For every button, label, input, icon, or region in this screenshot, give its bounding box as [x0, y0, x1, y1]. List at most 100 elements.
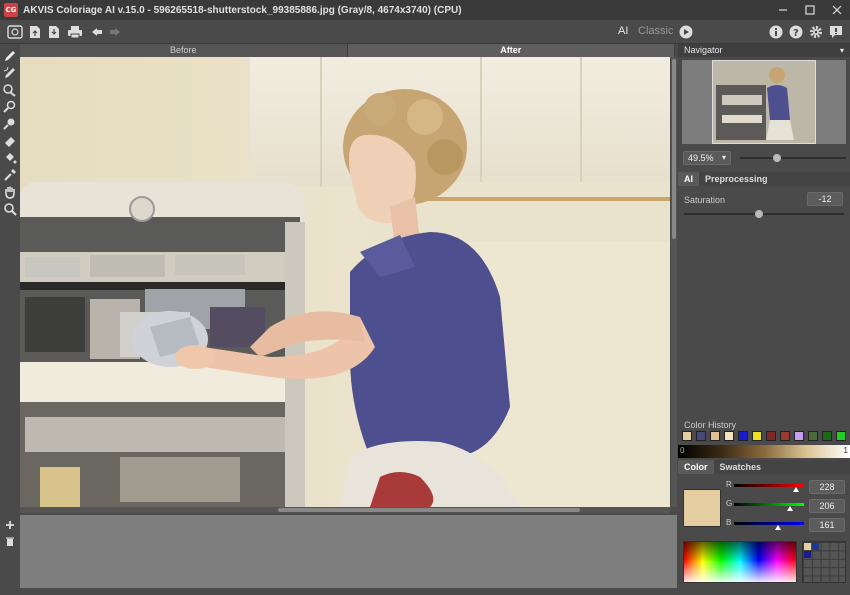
- tab-preprocessing[interactable]: Preprocessing: [699, 172, 774, 186]
- color-history-swatch[interactable]: [766, 431, 776, 441]
- tool-panel: [0, 45, 20, 595]
- mini-grid-cell[interactable]: [804, 543, 811, 550]
- color-history-swatch[interactable]: [710, 431, 720, 441]
- color-spectrum-picker[interactable]: [683, 541, 797, 583]
- color-history-swatch[interactable]: [682, 431, 692, 441]
- navigator-title: Navigator: [684, 45, 723, 55]
- navigator-preview[interactable]: [682, 60, 846, 144]
- b-value[interactable]: 161: [809, 518, 845, 532]
- mini-grid-cell[interactable]: [804, 551, 811, 558]
- dropper-brush-icon[interactable]: [2, 116, 18, 132]
- toolbar: AI Classic ?: [0, 20, 850, 44]
- current-color-swatch[interactable]: [683, 489, 721, 527]
- navigator-header: Navigator ▾: [678, 44, 850, 57]
- svg-text:?: ?: [793, 28, 799, 39]
- tab-swatches[interactable]: Swatches: [714, 460, 768, 474]
- color-history-title: Color History: [684, 420, 737, 430]
- magic-pencil-icon[interactable]: [2, 65, 18, 81]
- horizontal-scroll-thumb[interactable]: [278, 508, 580, 512]
- mode-classic-tab[interactable]: Classic: [638, 25, 673, 37]
- eyedropper-icon[interactable]: [2, 167, 18, 183]
- color-history-swatch[interactable]: [808, 431, 818, 441]
- r-label: R: [726, 480, 732, 489]
- color-gradient-bar[interactable]: 0 1: [678, 445, 850, 458]
- zoom-slider-knob[interactable]: [773, 154, 781, 162]
- mode-ai-tab[interactable]: AI: [618, 25, 628, 37]
- b-slider[interactable]: [734, 522, 804, 525]
- image-canvas[interactable]: [20, 57, 670, 507]
- r-slider-knob[interactable]: [793, 487, 799, 492]
- close-icon[interactable]: [823, 0, 850, 20]
- b-label: B: [726, 518, 732, 527]
- color-history-swatch[interactable]: [780, 431, 790, 441]
- g-value[interactable]: 206: [809, 499, 845, 513]
- navigator-view-frame[interactable]: [712, 60, 816, 144]
- help-icon[interactable]: ?: [787, 23, 805, 41]
- colorized-photo: [20, 57, 670, 507]
- color-history-swatch[interactable]: [738, 431, 748, 441]
- color-brush-icon[interactable]: [2, 82, 18, 98]
- g-label: G: [726, 499, 733, 508]
- bucket-icon[interactable]: [2, 150, 18, 166]
- minimize-icon[interactable]: [769, 0, 796, 20]
- vertical-scrollbar[interactable]: [671, 57, 677, 507]
- zoom-icon[interactable]: [2, 201, 18, 217]
- save-file-icon[interactable]: [45, 23, 63, 41]
- app-logo: CG: [4, 3, 18, 17]
- hand-icon[interactable]: [2, 184, 18, 200]
- g-slider-knob[interactable]: [787, 506, 793, 511]
- settings-tabs: AI Preprocessing: [678, 172, 850, 186]
- saturation-value[interactable]: -12: [807, 192, 843, 206]
- color-history-swatch[interactable]: [794, 431, 804, 441]
- mini-color-grid[interactable]: [802, 541, 846, 583]
- app-window: CG AKVIS Coloriage AI v.15.0 - 596265518…: [0, 0, 850, 595]
- saturation-slider-knob[interactable]: [755, 210, 764, 218]
- color-history-swatch[interactable]: [822, 431, 832, 441]
- zoom-select[interactable]: 49.5% ▾: [683, 151, 731, 165]
- undo-icon[interactable]: [88, 23, 106, 41]
- collapse-icon[interactable]: ▾: [840, 44, 844, 57]
- saturation-slider[interactable]: [684, 213, 844, 215]
- info-icon[interactable]: [767, 23, 785, 41]
- vertical-scroll-thumb[interactable]: [672, 59, 676, 239]
- window-controls: [769, 0, 850, 20]
- color-history-swatch[interactable]: [724, 431, 734, 441]
- chevron-down-icon: ▾: [721, 153, 726, 162]
- gradient-start-label: 0: [680, 446, 685, 455]
- right-panel: Navigator ▾ 49.5% ▾ AI Preprocessing Sat…: [678, 44, 850, 595]
- mini-grid-cell[interactable]: [812, 543, 819, 550]
- color-pencil-icon[interactable]: [2, 48, 18, 64]
- print-icon[interactable]: [66, 23, 84, 41]
- r-value[interactable]: 228: [809, 480, 845, 494]
- run-icon[interactable]: [677, 23, 695, 41]
- redo-icon[interactable]: [106, 23, 124, 41]
- strokes-list-panel[interactable]: [20, 515, 677, 588]
- saturation-label: Saturation: [684, 195, 726, 205]
- open-image-icon[interactable]: [6, 23, 24, 41]
- settings-icon[interactable]: [807, 23, 825, 41]
- delete-icon[interactable]: [4, 535, 16, 547]
- g-slider[interactable]: [734, 503, 804, 506]
- eraser-icon[interactable]: [2, 133, 18, 149]
- color-tabs: Color Swatches: [678, 460, 850, 474]
- keep-color-icon[interactable]: [2, 99, 18, 115]
- color-history-swatch[interactable]: [752, 431, 762, 441]
- gradient-end-label: 1: [843, 446, 848, 455]
- tab-color[interactable]: Color: [678, 460, 714, 474]
- tab-ai[interactable]: AI: [678, 172, 699, 186]
- add-icon[interactable]: [4, 519, 16, 531]
- color-history-swatch[interactable]: [836, 431, 846, 441]
- color-history-swatch[interactable]: [696, 431, 706, 441]
- tab-after[interactable]: After: [347, 44, 675, 57]
- view-tabs: Before After: [20, 44, 675, 57]
- zoom-slider[interactable]: [740, 157, 846, 159]
- maximize-icon[interactable]: [796, 0, 823, 20]
- open-file-icon[interactable]: [26, 23, 44, 41]
- zoom-value: 49.5%: [688, 153, 714, 163]
- window-title: AKVIS Coloriage AI v.15.0 - 596265518-sh…: [23, 4, 462, 16]
- b-slider-knob[interactable]: [775, 525, 781, 530]
- title-bar: CG AKVIS Coloriage AI v.15.0 - 596265518…: [0, 0, 850, 20]
- horizontal-scrollbar[interactable]: [20, 507, 670, 513]
- feedback-icon[interactable]: [827, 23, 845, 41]
- tab-before[interactable]: Before: [20, 44, 348, 57]
